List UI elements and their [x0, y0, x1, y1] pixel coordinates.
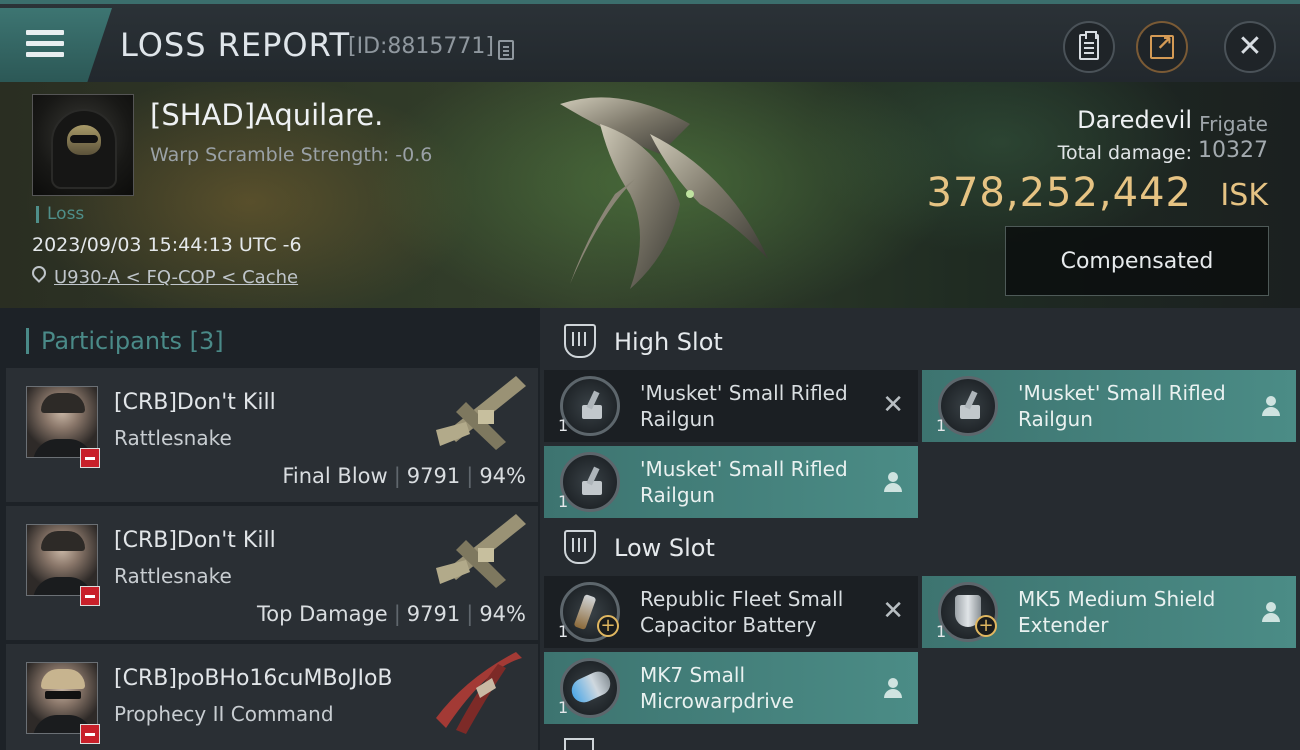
capacitor-battery-icon: +	[560, 582, 620, 642]
module-quantity: 1	[558, 622, 569, 641]
participant-percent: 94%	[479, 464, 526, 488]
dropped-person-icon	[884, 678, 902, 698]
participant-card[interactable]: [CRB]Don't Kill Rattlesnake Top Damage | 9…	[6, 506, 538, 640]
ship-class: Frigate	[1199, 112, 1268, 136]
location-link[interactable]: U930-A < FQ-COP < Cache	[54, 267, 298, 288]
high-slot-icon	[564, 324, 596, 358]
clipboard-icon	[1079, 31, 1099, 60]
participant-stats: Final Blow | 9791 | 94%	[282, 464, 526, 488]
module-name: 'Musket' Small Rifled Railgun	[1018, 381, 1226, 431]
warp-scramble-strength: Warp Scramble Strength: -0.6	[150, 144, 433, 166]
hostile-standing-icon	[80, 724, 100, 744]
low-slot-label: Low Slot	[614, 534, 715, 562]
module-name: Republic Fleet Small Capacitor Battery	[640, 587, 844, 637]
module-quantity: 1	[558, 698, 569, 717]
page-title: LOSS REPORT	[120, 26, 351, 64]
report-id: [ID:8815771]	[348, 34, 494, 59]
participant-ship-icon	[436, 376, 526, 450]
loss-datetime: 2023/09/03 15:44:13 UTC -6	[32, 234, 302, 256]
module-quantity: 1	[936, 622, 947, 641]
module-item-dropped[interactable]: 1 'Musket' Small Rifled Railgun	[544, 446, 918, 518]
microwarpdrive-icon	[560, 658, 620, 718]
participant-role: Top Damage	[256, 602, 388, 626]
module-item-destroyed[interactable]: + 1 Republic Fleet Small Capacitor Batte…	[544, 576, 918, 648]
participant-ship-icon	[436, 514, 526, 588]
participant-stats: Top Damage | 9791 | 94%	[256, 602, 526, 626]
share-icon	[1150, 31, 1174, 59]
clipboard-button[interactable]	[1063, 21, 1115, 73]
dropped-person-icon	[1262, 396, 1280, 416]
close-icon: ✕	[1237, 29, 1263, 64]
participant-ship-icon	[436, 652, 522, 734]
share-button[interactable]	[1136, 21, 1188, 73]
close-button[interactable]: ✕	[1224, 21, 1276, 73]
header-bar: LOSS REPORT [ID:8815771] ✕	[0, 0, 1300, 82]
railgun-icon	[560, 452, 620, 512]
participant-role: Final Blow	[282, 464, 388, 488]
module-quantity: 1	[558, 492, 569, 511]
destroyed-icon: ✕	[882, 596, 904, 626]
hamburger-menu-icon[interactable]	[26, 30, 64, 60]
victim-portrait[interactable]	[32, 94, 134, 196]
compensated-button[interactable]: Compensated	[1005, 226, 1269, 296]
high-slot-label: High Slot	[614, 328, 723, 356]
module-item-dropped[interactable]: 1 MK7 Small Microwarpdrive	[544, 652, 918, 724]
railgun-icon	[938, 376, 998, 436]
participant-damage: 9791	[406, 602, 461, 626]
module-item-destroyed[interactable]: 1 'Musket' Small Rifled Railgun ✕	[544, 370, 918, 442]
module-name: MK5 Medium Shield Extender	[1018, 587, 1216, 637]
low-slot-header: Low Slot	[544, 518, 1300, 576]
shield-extender-icon: +	[938, 582, 998, 642]
mid-slot-icon	[564, 738, 594, 750]
high-slot-header: High Slot	[544, 312, 1300, 370]
module-item-dropped[interactable]: + 1 MK5 Medium Shield Extender	[922, 576, 1296, 648]
participant-percent: 94%	[479, 602, 526, 626]
participants-label: Participants	[41, 327, 182, 355]
participant-card[interactable]: [CRB]Don't Kill Rattlesnake Final Blow | 9…	[6, 368, 538, 502]
module-item-dropped[interactable]: 1 'Musket' Small Rifled Railgun	[922, 370, 1296, 442]
copy-icon[interactable]	[498, 40, 514, 60]
participant-name: [CRB]Don't Kill	[114, 390, 276, 415]
victim-banner: [SHAD]Aquilare. Warp Scramble Strength: …	[0, 82, 1300, 308]
module-quantity: 1	[558, 416, 569, 435]
participant-name: [CRB]Don't Kill	[114, 528, 276, 553]
total-damage-label: Total damage:	[1057, 142, 1192, 164]
participant-damage: 9791	[406, 464, 461, 488]
participant-ship: Rattlesnake	[114, 564, 232, 588]
destroyed-icon: ✕	[882, 390, 904, 420]
participants-panel: Participants [3] [CRB]Don't Kill Rattles…	[0, 308, 540, 750]
menu-tab[interactable]	[0, 8, 112, 82]
hostile-standing-icon	[80, 448, 100, 468]
module-quantity: 1	[936, 416, 947, 435]
victim-name[interactable]: [SHAD]Aquilare.	[150, 98, 383, 132]
isk-value: 378,252,442	[926, 170, 1192, 216]
participant-name: [CRB]poBHo16cuMBoJIoB	[114, 666, 393, 691]
fitting-panel: High Slot 1 'Musket' Small Rifled Railgu…	[540, 308, 1300, 750]
railgun-icon	[560, 376, 620, 436]
participant-ship: Rattlesnake	[114, 426, 232, 450]
total-damage-value: 10327	[1198, 138, 1268, 163]
ship-name[interactable]: Daredevil	[1077, 106, 1192, 134]
participant-card[interactable]: [CRB]poBHo16cuMBoJIoB Prophecy II Comman…	[6, 644, 538, 750]
module-name: MK7 Small Microwarpdrive	[640, 663, 794, 713]
hostile-standing-icon	[80, 586, 100, 606]
module-name: 'Musket' Small Rifled Railgun	[640, 457, 848, 507]
location-pin-icon	[29, 263, 49, 283]
dropped-person-icon	[1262, 602, 1280, 622]
dropped-person-icon	[884, 472, 902, 492]
low-slot-icon	[564, 530, 596, 564]
ship-render	[560, 97, 768, 289]
loss-status: Loss	[36, 206, 84, 223]
module-name: 'Musket' Small Rifled Railgun	[640, 381, 848, 431]
participant-ship: Prophecy II Command	[114, 702, 334, 726]
participants-header: Participants [3]	[26, 328, 224, 354]
isk-unit: ISK	[1220, 178, 1268, 213]
participants-count: [3]	[189, 327, 224, 355]
